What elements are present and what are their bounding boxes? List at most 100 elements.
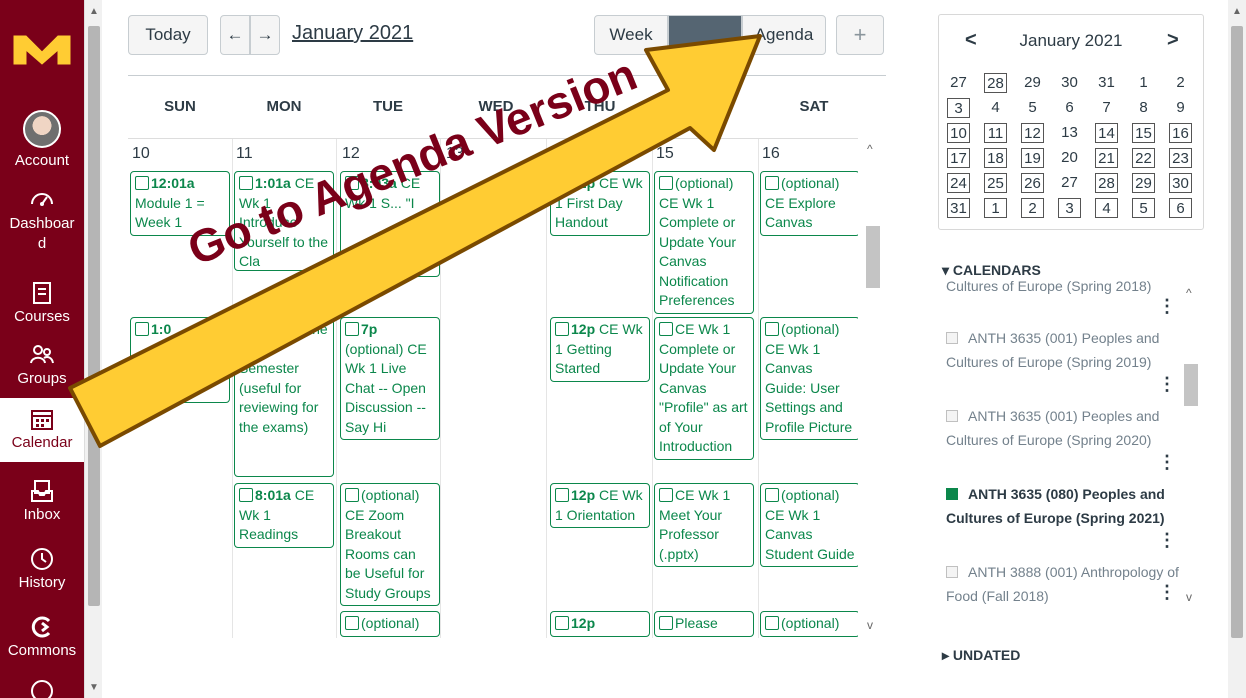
day-number[interactable]: 14 (550, 145, 568, 163)
calendar-event[interactable]: 7p (optional) CE Wk 1 Live Chat -- Open … (340, 317, 440, 440)
mini-calendar-day[interactable]: 11 (984, 123, 1007, 143)
scroll-down-arrow-icon[interactable]: ▼ (89, 682, 99, 693)
page-scrollbar[interactable]: ▲ (1228, 0, 1246, 698)
nav-commons[interactable]: Commons (0, 614, 84, 659)
nav-groups[interactable]: Groups (0, 342, 84, 387)
mini-calendar-day[interactable]: 18 (984, 148, 1007, 168)
calendar-event[interactable]: Please (654, 611, 754, 637)
calendar-event[interactable]: CE Wk 1 Meet Your Professor (.pptx) (654, 483, 754, 567)
month-title[interactable]: January 2021 (292, 22, 413, 45)
calendar-event[interactable]: (optional) CE Explore Canvas (760, 171, 858, 236)
mini-calendar-day[interactable]: 21 (1095, 148, 1118, 168)
calendar-event[interactable]: 12p CE Wk 1 Getting Started (550, 317, 650, 382)
day-number[interactable]: 15 (656, 145, 674, 163)
mini-calendar-day[interactable]: 1 (1132, 73, 1155, 93)
mini-calendar-day[interactable]: 13 (1058, 123, 1081, 143)
day-number[interactable]: 11 (236, 145, 253, 163)
calendar-event[interactable]: (optional) CE Zoom Breakout Rooms can be… (340, 483, 440, 606)
mini-calendar-day[interactable]: 5 (1132, 198, 1155, 218)
mini-calendar-day[interactable]: 28 (984, 73, 1007, 93)
nav-courses[interactable]: Courses (0, 280, 84, 325)
calendar-list-item[interactable]: ANTH 3635 (001) Peoples and Cultures of … (946, 404, 1182, 452)
chevron-down-icon[interactable]: v (867, 618, 873, 632)
mini-calendar-day[interactable]: 29 (1021, 73, 1044, 93)
grid-scrollbar[interactable]: ^ v (862, 138, 884, 638)
mini-calendar-day[interactable]: 31 (947, 198, 970, 218)
calendar-list-item[interactable]: ANTH 3635 (080) Peoples and Cultures of … (946, 482, 1182, 530)
mini-calendar-day[interactable]: 3 (1058, 198, 1081, 218)
mini-calendar-day[interactable]: 20 (1058, 148, 1081, 168)
calendar-event[interactable]: (optional) CE Wk 1 Canvas Guide: User Se… (760, 317, 858, 440)
mini-calendar-day[interactable]: 2 (1169, 73, 1192, 93)
mini-calendar-day[interactable]: 3 (947, 98, 970, 118)
mini-calendar-day[interactable]: 24 (947, 173, 970, 193)
grid-scroll-thumb[interactable] (866, 226, 880, 288)
mini-calendar-day[interactable]: 9 (1169, 98, 1192, 118)
mini-calendar-day[interactable]: 30 (1169, 173, 1192, 193)
mini-calendar-day[interactable]: 5 (1021, 98, 1044, 118)
calendar-event[interactable]: 8:01a CE Wk 1 Readings (234, 483, 334, 548)
calendar-event[interactable]: (optional) (760, 611, 858, 637)
calendars-scrollbar[interactable]: ^ v (1180, 280, 1202, 612)
mini-calendar-day[interactable]: 22 (1132, 148, 1155, 168)
day-number[interactable]: 10 (132, 145, 150, 163)
university-logo-icon[interactable] (12, 30, 72, 70)
agenda-view-button[interactable]: Agenda (742, 15, 826, 55)
mini-calendar-day[interactable]: 29 (1132, 173, 1155, 193)
calendar-list-item[interactable]: ANTH 3635 (001) Peoples and Cultures of … (946, 326, 1182, 374)
today-button[interactable]: Today (128, 15, 208, 55)
calendar-checkbox[interactable] (946, 332, 958, 344)
calendar-list-item[interactable]: Cultures of Europe (Spring 2018) (946, 278, 1182, 298)
mini-calendar-day[interactable]: 2 (1021, 198, 1044, 218)
calendar-event[interactable]: 12p CE Wk 1 Orientation (550, 483, 650, 528)
calendar-checkbox[interactable] (946, 488, 958, 500)
calendar-event[interactable]: (optional) CE Wk 1 Canvas Student Guide (760, 483, 858, 567)
nav-inbox[interactable]: Inbox (0, 478, 84, 523)
nav-help[interactable] (0, 678, 84, 698)
page-scroll-thumb[interactable] (1231, 26, 1243, 638)
mini-calendar-day[interactable]: 4 (984, 98, 1007, 118)
calendar-event[interactable]: 1:0 (130, 317, 230, 403)
mini-next-button[interactable]: > (1167, 29, 1179, 52)
mini-calendar-day[interactable]: 6 (1169, 198, 1192, 218)
mini-calendar-day[interactable]: 14 (1095, 123, 1118, 143)
mini-calendar-day[interactable]: 25 (984, 173, 1007, 193)
mini-calendar-day[interactable]: 28 (1095, 173, 1118, 193)
calendar-checkbox[interactable] (946, 566, 958, 578)
nav-history[interactable]: History (0, 546, 84, 591)
nav-calendar[interactable]: Calendar (0, 398, 84, 462)
mini-calendar-day[interactable]: 4 (1095, 198, 1118, 218)
chevron-down-icon[interactable]: v (1186, 590, 1192, 604)
nav-scrollbar[interactable]: ▲ ▼ (84, 0, 102, 698)
calendar-event[interactable]: CE Wk 1 Complete or Update Your Canvas "… (654, 317, 754, 460)
mini-calendar-day[interactable]: 19 (1021, 148, 1044, 168)
kebab-menu-icon[interactable]: ⋮ (1158, 582, 1176, 603)
calendars-heading[interactable]: ▾ CALENDARS (942, 262, 1041, 279)
mini-calendar-day[interactable]: 27 (947, 73, 970, 93)
calendar-event[interactable]: 12p CE Wk 1 First Day Handout (550, 171, 650, 236)
mini-calendar-day[interactable]: 6 (1058, 98, 1081, 118)
kebab-menu-icon[interactable]: ⋮ (1158, 296, 1176, 317)
calendar-event[interactable]: (optional) CE Wk 1 Complete or Update Yo… (654, 171, 754, 314)
add-event-button[interactable]: + (836, 15, 884, 55)
calendar-checkbox[interactable] (946, 410, 958, 422)
mini-calendar-day[interactable]: 10 (947, 123, 970, 143)
chevron-up-icon[interactable]: ^ (1186, 286, 1192, 300)
prev-month-button[interactable]: ← (220, 15, 250, 55)
chevron-up-icon[interactable]: ^ (867, 142, 873, 156)
mini-calendar-day[interactable]: 17 (947, 148, 970, 168)
nav-account[interactable]: Account (0, 110, 84, 169)
calendar-event[interactable]: 12p (550, 611, 650, 637)
mini-calendar-day[interactable]: 31 (1095, 73, 1118, 93)
undated-heading[interactable]: ▸ UNDATED (942, 647, 1020, 664)
mini-calendar-day[interactable]: 27 (1058, 173, 1081, 193)
calendar-list-item[interactable]: ANTH 3888 (001) Anthropology of Food (Fa… (946, 560, 1182, 608)
mini-calendar-day[interactable]: 23 (1169, 148, 1192, 168)
mini-calendar-day[interactable]: 8 (1132, 98, 1155, 118)
mini-calendar-day[interactable]: 30 (1058, 73, 1081, 93)
scroll-up-arrow-icon[interactable]: ▲ (1232, 6, 1242, 17)
day-number[interactable]: 16 (762, 145, 780, 163)
kebab-menu-icon[interactable]: ⋮ (1158, 530, 1176, 551)
nav-scroll-thumb[interactable] (88, 26, 100, 606)
scroll-up-arrow-icon[interactable]: ▲ (89, 6, 99, 17)
